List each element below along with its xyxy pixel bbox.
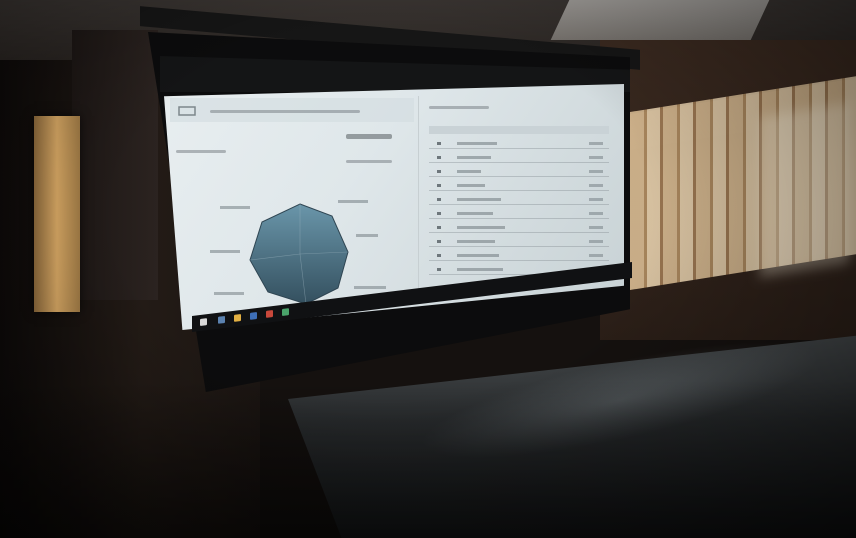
window-icon xyxy=(178,106,196,116)
table-row xyxy=(429,252,609,261)
left-panel xyxy=(170,98,414,318)
table-row xyxy=(429,238,609,247)
taskbar-app-icon xyxy=(250,312,257,320)
taskbar-folder-icon xyxy=(234,313,241,322)
table-header xyxy=(429,126,609,134)
panel-label-blur xyxy=(176,150,226,153)
table-row xyxy=(429,154,609,163)
ceiling-light xyxy=(550,0,770,40)
floor-shadow xyxy=(0,380,856,538)
panel-title-blur xyxy=(210,110,360,113)
table-row xyxy=(429,182,609,191)
taskbar-app-icon xyxy=(218,315,225,324)
table-row xyxy=(429,196,609,205)
table-row xyxy=(429,168,609,177)
wood-panel xyxy=(34,116,80,312)
table-row xyxy=(429,210,609,219)
subvalue-blur xyxy=(346,160,392,163)
classroom-scene xyxy=(0,0,856,538)
taskbar-start-icon xyxy=(200,318,207,327)
right-panel xyxy=(418,96,619,296)
table-row xyxy=(429,140,609,149)
taskbar-app-icon xyxy=(266,310,273,318)
taskbar-app-icon xyxy=(282,308,289,316)
table-title-blur xyxy=(429,106,489,109)
panel-header xyxy=(170,98,414,122)
pillar xyxy=(72,30,158,300)
value-blur xyxy=(346,134,392,139)
window-light xyxy=(760,102,850,278)
table-row xyxy=(429,224,609,233)
